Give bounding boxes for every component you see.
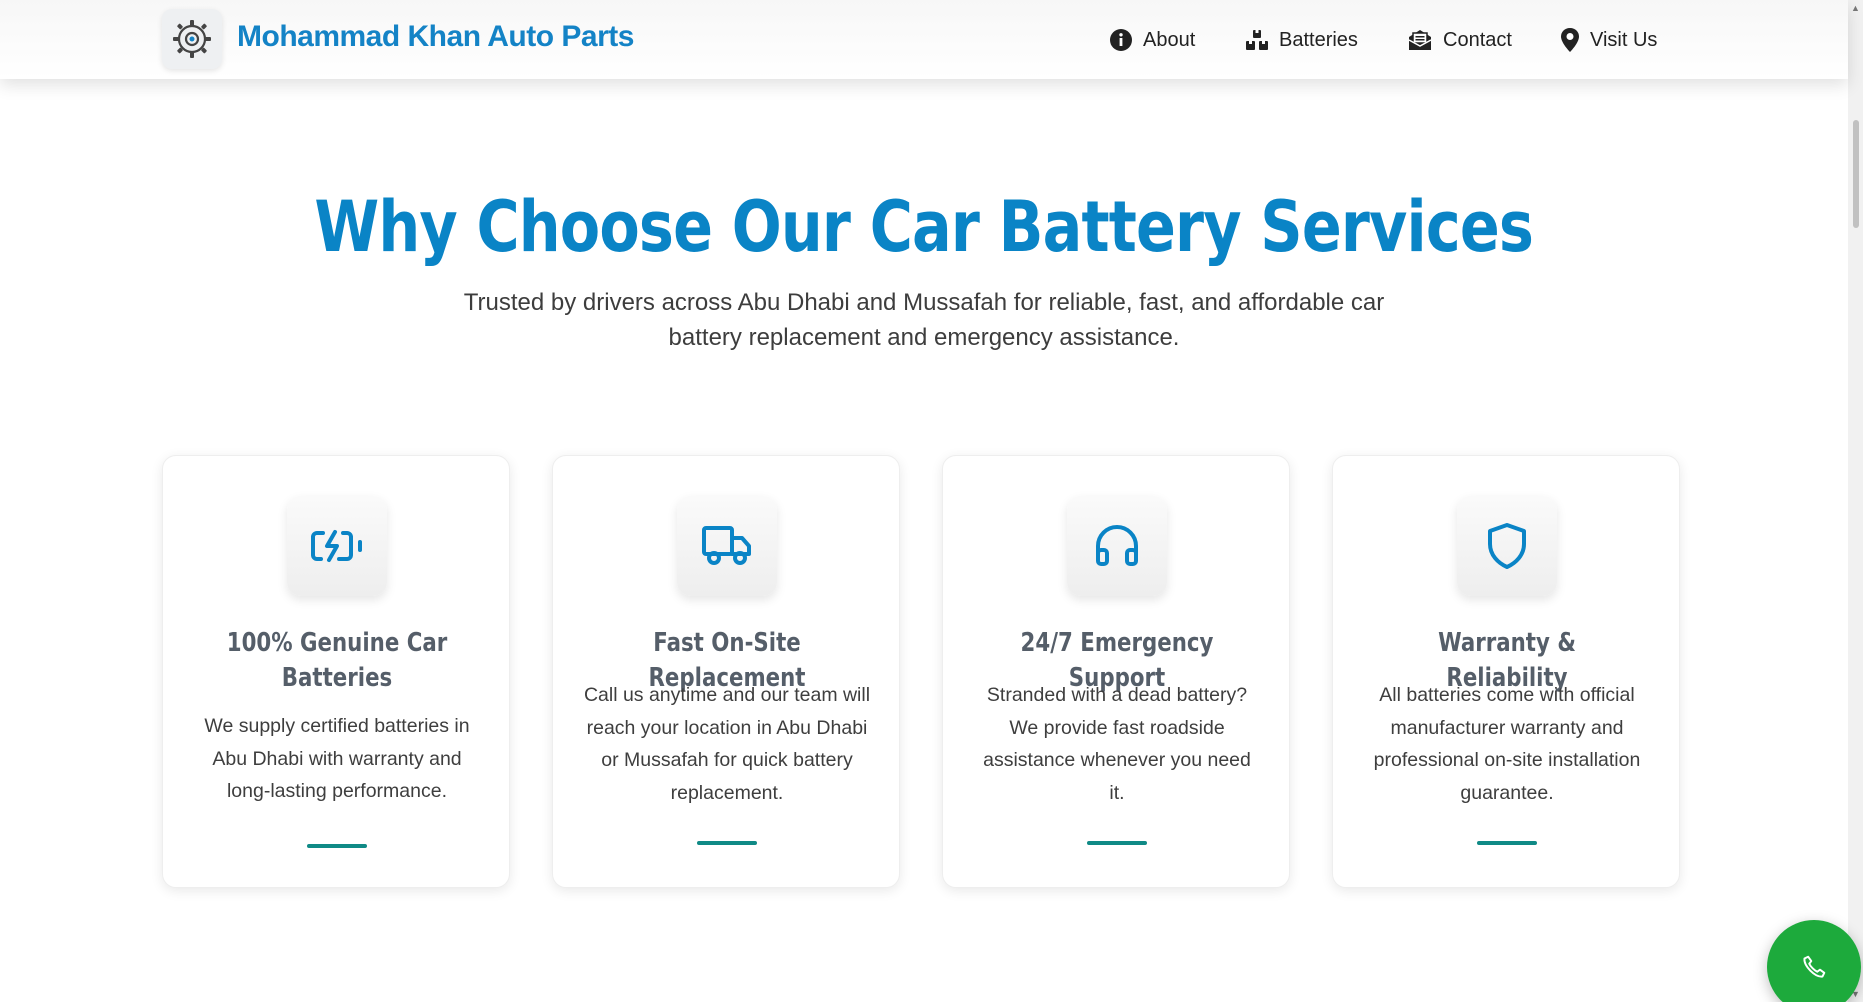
accent-bar	[697, 841, 757, 845]
nav-label: About	[1143, 28, 1196, 51]
nav-contact[interactable]: Contact	[1407, 26, 1512, 54]
nav-about[interactable]: About	[1109, 26, 1195, 54]
icon-tile	[677, 496, 777, 596]
feature-text: Call us anytime and our team will reach …	[583, 684, 871, 804]
feature-text: All batteries come with official manufac…	[1373, 684, 1641, 804]
scroll-up-arrow[interactable]: ▲	[1850, 3, 1861, 13]
phone-icon	[1803, 955, 1826, 978]
nav-label: Batteries	[1279, 28, 1358, 51]
accent-bar	[307, 844, 367, 848]
nav-visit-us[interactable]: Visit Us	[1560, 26, 1657, 54]
icon-tile	[287, 496, 387, 596]
icon-tile	[1067, 496, 1167, 596]
nav-batteries[interactable]: Batteries	[1245, 26, 1358, 54]
feature-text: Stranded with a dead battery? We provide…	[983, 684, 1251, 804]
call-button[interactable]	[1767, 920, 1861, 1002]
feature-card-genuine: 100% Genuine Car Batteries We supply cer…	[162, 455, 510, 888]
battery-charging-icon	[311, 530, 362, 562]
nav-label: Visit Us	[1590, 28, 1658, 51]
section-title: Why Choose Our Car Battery Services	[314, 186, 1534, 268]
feature-card-warranty: Warranty & Reliability All batteries com…	[1332, 455, 1680, 888]
map-pin-icon	[1561, 28, 1579, 52]
feature-text: We supply certified batteries in Abu Dha…	[204, 715, 470, 802]
gear-logo-icon[interactable]	[162, 9, 222, 69]
feature-card-replacement: Fast On-Site Replacement Call us anytime…	[552, 455, 900, 888]
headphones-icon	[1096, 525, 1138, 566]
boxes-icon	[1246, 30, 1268, 50]
truck-icon	[702, 526, 751, 565]
accent-bar	[1477, 841, 1537, 845]
nav-label: Contact	[1443, 28, 1512, 51]
feature-card-emergency: 24/7 Emergency Support Stranded with a d…	[942, 455, 1290, 888]
envelope-open-icon	[1408, 30, 1432, 50]
section-subtitle: Trusted by drivers across Abu Dhabi and …	[463, 289, 1385, 351]
accent-bar	[1087, 841, 1147, 845]
icon-tile	[1457, 496, 1557, 596]
feature-title: 100% Genuine Car Batteries	[226, 628, 448, 693]
brand-name[interactable]: Mohammad Khan Auto Parts	[237, 20, 634, 54]
shield-icon	[1488, 523, 1526, 569]
scrollbar-thumb[interactable]	[1853, 120, 1859, 228]
info-circle-icon	[1110, 29, 1132, 51]
site-header: Mohammad Khan Auto Parts About Batteries	[0, 0, 1848, 79]
